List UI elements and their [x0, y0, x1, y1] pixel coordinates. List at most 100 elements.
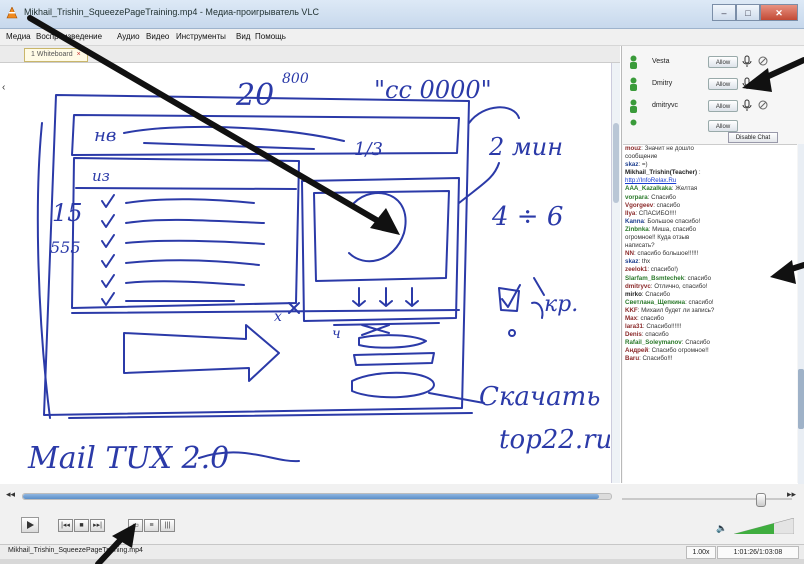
tab-whiteboard[interactable]: 1 Whiteboard ×	[24, 48, 88, 62]
chat-nick[interactable]: Vgorgeev	[625, 202, 653, 209]
chat-nick[interactable]: Андрей	[625, 347, 648, 354]
block-icon[interactable]	[758, 78, 768, 88]
mic-icon[interactable]	[741, 77, 753, 90]
user-row: Dmitry Allow	[622, 74, 804, 96]
chat-nick[interactable]: dmitryvc	[625, 283, 651, 290]
tab-close-icon[interactable]: ×	[77, 51, 81, 58]
chat-text: : Михаил будет ли запись?	[637, 306, 715, 314]
fullscreen-button[interactable]: ▭	[128, 519, 143, 532]
disable-chat-button[interactable]: Disable Chat	[728, 132, 778, 143]
seek-area: ◂◂ ▸▸	[0, 484, 804, 510]
wb-left-15: 15	[52, 199, 83, 227]
video-scrollbar[interactable]	[611, 63, 620, 483]
chat-message: AAA_Kazalkaka: Желтая	[623, 185, 797, 193]
menu-video[interactable]: Видео	[146, 32, 169, 41]
chat-message: Baru: Спасибо!!!	[623, 355, 797, 363]
transport-group: |◂◂ ■ ▸▸|	[58, 519, 106, 532]
menu-view[interactable]: Вид	[236, 32, 250, 41]
chat-nick[interactable]: mouz	[625, 145, 641, 152]
previous-button[interactable]: |◂◂	[58, 519, 73, 532]
chat-nick[interactable]: mirko	[625, 291, 642, 298]
chat-nick[interactable]: zeelok1	[625, 266, 647, 273]
status-bar: Mikhail_Trishin_SqueezePageTraining.mp4 …	[0, 544, 804, 559]
allow-button[interactable]: Allow	[708, 120, 738, 132]
chat-scroll-thumb[interactable]	[798, 369, 804, 429]
chat-nick[interactable]: Zinbnka	[625, 226, 649, 233]
volume-icon[interactable]: 🔈	[716, 523, 727, 534]
chat-nick[interactable]: Ilya	[625, 210, 635, 217]
mic-icon[interactable]	[741, 55, 753, 68]
chat-text: : thx	[638, 258, 651, 266]
chat-nick[interactable]: Светлана_Щепкина	[625, 299, 685, 306]
user-name: Dmitry	[652, 80, 673, 87]
seek-forward-icon[interactable]: ▸▸	[787, 489, 796, 500]
play-button[interactable]	[21, 517, 39, 533]
collapse-arrow-icon[interactable]: ‹	[2, 82, 5, 93]
playback-controls: |◂◂ ■ ▸▸| ▭ ≡ ||| 🔈	[0, 510, 804, 544]
tab-bar: 1 Whiteboard ×	[0, 46, 620, 63]
view-group: ▭ ≡ |||	[128, 519, 176, 532]
chat-nick[interactable]: vorpara	[625, 194, 648, 201]
maximize-button[interactable]: □	[736, 4, 760, 21]
minimize-button[interactable]: –	[712, 4, 736, 21]
chat-message: Mikhail_Trishin(Teacher) :	[623, 169, 797, 177]
seek-handle[interactable]	[756, 493, 766, 507]
allow-button[interactable]: Allow	[708, 100, 738, 112]
volume-slider[interactable]	[734, 518, 794, 534]
block-icon[interactable]	[758, 56, 768, 66]
chat-nick[interactable]: skaz	[625, 258, 638, 265]
menu-help[interactable]: Помощь	[255, 32, 286, 41]
playback-speed[interactable]: 1.00x	[686, 546, 716, 559]
chat-nick[interactable]: KKF	[625, 307, 638, 314]
chat-nick[interactable]: NN	[625, 250, 634, 257]
chat-nick[interactable]: AAA_Kazalkaka	[625, 185, 672, 192]
close-button[interactable]: ✕	[760, 4, 798, 21]
wb-top-exponent: 800	[282, 71, 309, 87]
chat-nick[interactable]: Max	[625, 315, 637, 322]
chat-text: : спасибо большое!!!!!!	[633, 250, 699, 258]
chat-nick[interactable]: Mikhail_Trishin(Teacher)	[625, 169, 697, 176]
next-button[interactable]: ▸▸|	[90, 519, 105, 532]
chat-text: :	[697, 169, 701, 177]
chat-text: сообщение	[625, 153, 658, 161]
playlist-button[interactable]: ≡	[144, 519, 159, 532]
chat-message: Ilya: СПАСИБО!!!!	[623, 210, 797, 218]
block-icon[interactable]	[758, 100, 768, 110]
allow-button[interactable]: Allow	[708, 78, 738, 90]
chat-nick[interactable]: Denis	[625, 331, 642, 338]
chat-nick[interactable]: lara31	[625, 323, 643, 330]
chat-message: Rafail_Soleymanov: Спасибо	[623, 339, 797, 347]
user-icon	[630, 99, 637, 113]
time-display[interactable]: 1:01:26/1:03:08	[717, 546, 799, 559]
video-area[interactable]: 20 800 "cc 0000" нв из 1/3 15 555 2 мин …	[14, 63, 610, 483]
chat-nick[interactable]: Kanna	[625, 218, 644, 225]
menu-audio[interactable]: Аудио	[117, 32, 140, 41]
chat-link[interactable]: http://InfoRelax.Ru	[625, 177, 676, 184]
chat-nick[interactable]: Slarfam_Bsmtechek	[625, 275, 684, 282]
allow-button[interactable]: Allow	[708, 56, 738, 68]
menu-media[interactable]: Медиа	[6, 32, 31, 41]
mic-icon[interactable]	[741, 99, 753, 112]
stop-button[interactable]: ■	[74, 519, 89, 532]
chat-text: : спасибо	[641, 331, 669, 339]
chat-text: : спасибо	[653, 201, 681, 209]
wb-brand: Mail TUX 2.0	[27, 441, 229, 476]
chat-text: огромное!! Куда отзыв	[625, 234, 690, 242]
chat-message: Max: спасибо	[623, 315, 797, 323]
video-scroll-thumb[interactable]	[613, 123, 619, 203]
chat-text: : Большое спасибо!	[643, 217, 701, 225]
extended-settings-button[interactable]: |||	[160, 519, 175, 532]
menu-tools[interactable]: Инструменты	[176, 32, 226, 41]
wb-download: Скачать	[479, 382, 600, 412]
chat-text: : спасибо	[637, 314, 664, 322]
seek-back-icon[interactable]: ◂◂	[6, 489, 15, 500]
chat-nick[interactable]: Baru	[625, 355, 639, 362]
chat-text: : Отлично, спасибо!	[650, 282, 708, 290]
chat-nick[interactable]: skaz	[625, 161, 638, 168]
chat-scrollbar[interactable]	[798, 144, 804, 514]
chat-text: : Миша, спасибо	[648, 225, 697, 233]
menu-playback[interactable]: Воспроизведение	[36, 32, 102, 41]
chat-nick[interactable]: Rafail_Soleymanov	[625, 339, 682, 346]
seek-bar[interactable]	[22, 493, 612, 500]
chat-text: : Желтая	[671, 185, 698, 193]
